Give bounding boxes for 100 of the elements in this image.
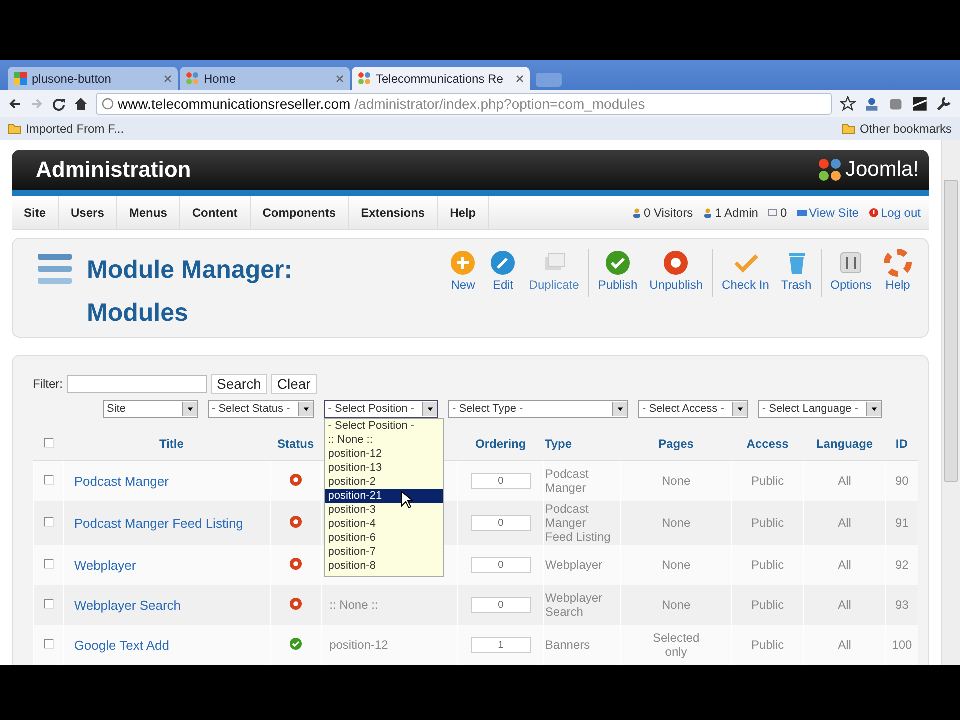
check-icon	[604, 249, 632, 277]
menu-item[interactable]: Help	[438, 196, 490, 229]
cursor-icon	[401, 491, 414, 509]
checkin-button[interactable]: Check In	[716, 249, 776, 292]
help-icon	[884, 249, 912, 277]
dropdown-option[interactable]: position-21	[325, 489, 444, 503]
dropdown[interactable]: - Select Position -	[324, 400, 438, 418]
ordering-field[interactable]: 0	[470, 473, 531, 490]
dropdown-option[interactable]: position-8	[325, 559, 444, 573]
table-cell: 100	[892, 638, 912, 652]
menu-item[interactable]: Components	[250, 196, 350, 229]
table-cell-text: Banners	[545, 638, 592, 652]
ordering-field[interactable]: 1	[470, 637, 531, 654]
options-button[interactable]: Options	[824, 249, 878, 292]
ordering-field[interactable]: 0	[470, 557, 531, 574]
status-item: 0	[768, 206, 788, 220]
filter-field[interactable]	[67, 375, 207, 393]
duplicate-button[interactable]: Duplicate	[523, 249, 586, 292]
menu-item[interactable]: Extensions	[349, 196, 438, 229]
logout-link[interactable]: Log out	[868, 206, 921, 220]
back-icon[interactable]	[8, 96, 22, 110]
browser-tab[interactable]: Home	[180, 67, 350, 90]
dropdown-option[interactable]: position-13	[325, 461, 444, 475]
close-icon[interactable]	[516, 74, 524, 82]
row-checkbox[interactable]	[44, 599, 54, 609]
new-button[interactable]: New	[443, 249, 484, 292]
dropdown[interactable]: - Select Access -	[638, 400, 748, 418]
home-icon[interactable]	[74, 96, 88, 110]
joomla-icon	[186, 72, 199, 85]
page-icon	[102, 98, 114, 110]
close-icon[interactable]	[336, 74, 344, 82]
reload-icon[interactable]	[52, 96, 66, 110]
dropdown[interactable]: Site	[103, 400, 198, 418]
row-checkbox[interactable]	[44, 639, 54, 649]
menu-item[interactable]: Users	[59, 196, 118, 229]
unpublished-icon[interactable]	[290, 516, 302, 528]
logo[interactable]: Joomla!	[818, 158, 919, 182]
row-checkbox[interactable]	[44, 559, 54, 569]
trash-button[interactable]: Trash	[775, 249, 818, 292]
edit-button[interactable]: Edit	[483, 249, 524, 292]
dropdown[interactable]: - Select Status -	[208, 400, 314, 418]
pencil-icon	[489, 249, 518, 277]
folder-icon	[8, 122, 22, 134]
table-cell: Public	[751, 598, 784, 612]
bookmark-folder[interactable]: Other bookmarks	[842, 122, 952, 136]
status-item: 0 Visitors	[632, 206, 694, 220]
star-icon[interactable]	[840, 96, 856, 112]
dropdown-option[interactable]: position-6	[325, 531, 444, 545]
module-title-link[interactable]: Webplayer	[74, 558, 136, 572]
select-all-checkbox[interactable]	[44, 438, 54, 448]
address-field[interactable]: www.telecommunicationsreseller.com /administrator/index.php?option=com_modules	[96, 92, 832, 114]
module-icon	[37, 251, 73, 287]
person-icon[interactable]	[864, 96, 880, 112]
dropdown-option[interactable]: position-3	[325, 503, 444, 517]
caret-icon	[732, 402, 748, 416]
unpublished-icon[interactable]	[290, 598, 302, 610]
row-checkbox[interactable]	[44, 517, 54, 527]
table-cell: Public	[751, 474, 784, 488]
bookmark-folder[interactable]: Imported From F...	[8, 122, 124, 136]
menu-item[interactable]: Site	[12, 196, 60, 229]
dropdown-option[interactable]: position-7	[325, 545, 444, 559]
dropdown-option[interactable]: :: None ::	[325, 433, 444, 447]
dropdown[interactable]: - Select Language -	[758, 400, 882, 418]
module-title-link[interactable]: Webplayer Search	[74, 598, 182, 612]
browser-tab[interactable]: plusone-button	[8, 67, 178, 90]
row-checkbox[interactable]	[44, 475, 54, 485]
browser-tab[interactable]: Telecommunications Re	[352, 67, 530, 90]
table-cell-text: Podcast Manger	[545, 467, 590, 495]
help-button[interactable]: Help	[878, 249, 918, 292]
clear-button[interactable]: Clear	[271, 374, 317, 394]
unpublish-button[interactable]: Unpublish	[644, 249, 710, 292]
unpublished-icon[interactable]	[290, 474, 302, 486]
module-title-link[interactable]: Google Text Add	[74, 638, 170, 652]
caret-icon	[182, 402, 197, 416]
dropdown-option[interactable]: - Select Position -	[325, 419, 444, 433]
module-title-link[interactable]: Podcast Manger	[74, 474, 169, 488]
view-site-link[interactable]: View Site	[797, 206, 859, 220]
publish-button[interactable]: Publish	[592, 249, 644, 292]
table-cell: 93	[895, 598, 909, 612]
unpublished-icon[interactable]	[290, 558, 302, 570]
table-cell: All	[838, 474, 852, 488]
ordering-field[interactable]: 0	[470, 515, 531, 532]
menu-item[interactable]: Menus	[117, 196, 180, 229]
table-cell-text: Webplayer Search	[545, 591, 604, 619]
module-title-link[interactable]: Podcast Manger Feed Listing	[74, 516, 244, 530]
dropdown-option[interactable]: position-12	[325, 447, 444, 461]
dropdown-option[interactable]: position-2	[325, 475, 444, 489]
person-icon	[703, 208, 714, 218]
wrench-icon[interactable]	[936, 96, 952, 112]
close-icon[interactable]	[164, 74, 172, 82]
dropdown-option[interactable]: position-4	[325, 517, 444, 531]
dropdown[interactable]: - Select Type -	[448, 400, 628, 418]
caret-icon	[422, 402, 438, 416]
menu-item[interactable]: Content	[180, 196, 251, 229]
header-title: Administration	[36, 157, 192, 183]
table-cell: 92	[895, 558, 909, 572]
ordering-field[interactable]: 0	[470, 597, 531, 614]
published-icon[interactable]	[290, 638, 302, 650]
scrollbar[interactable]	[941, 140, 960, 665]
search-button[interactable]: Search	[211, 374, 268, 394]
